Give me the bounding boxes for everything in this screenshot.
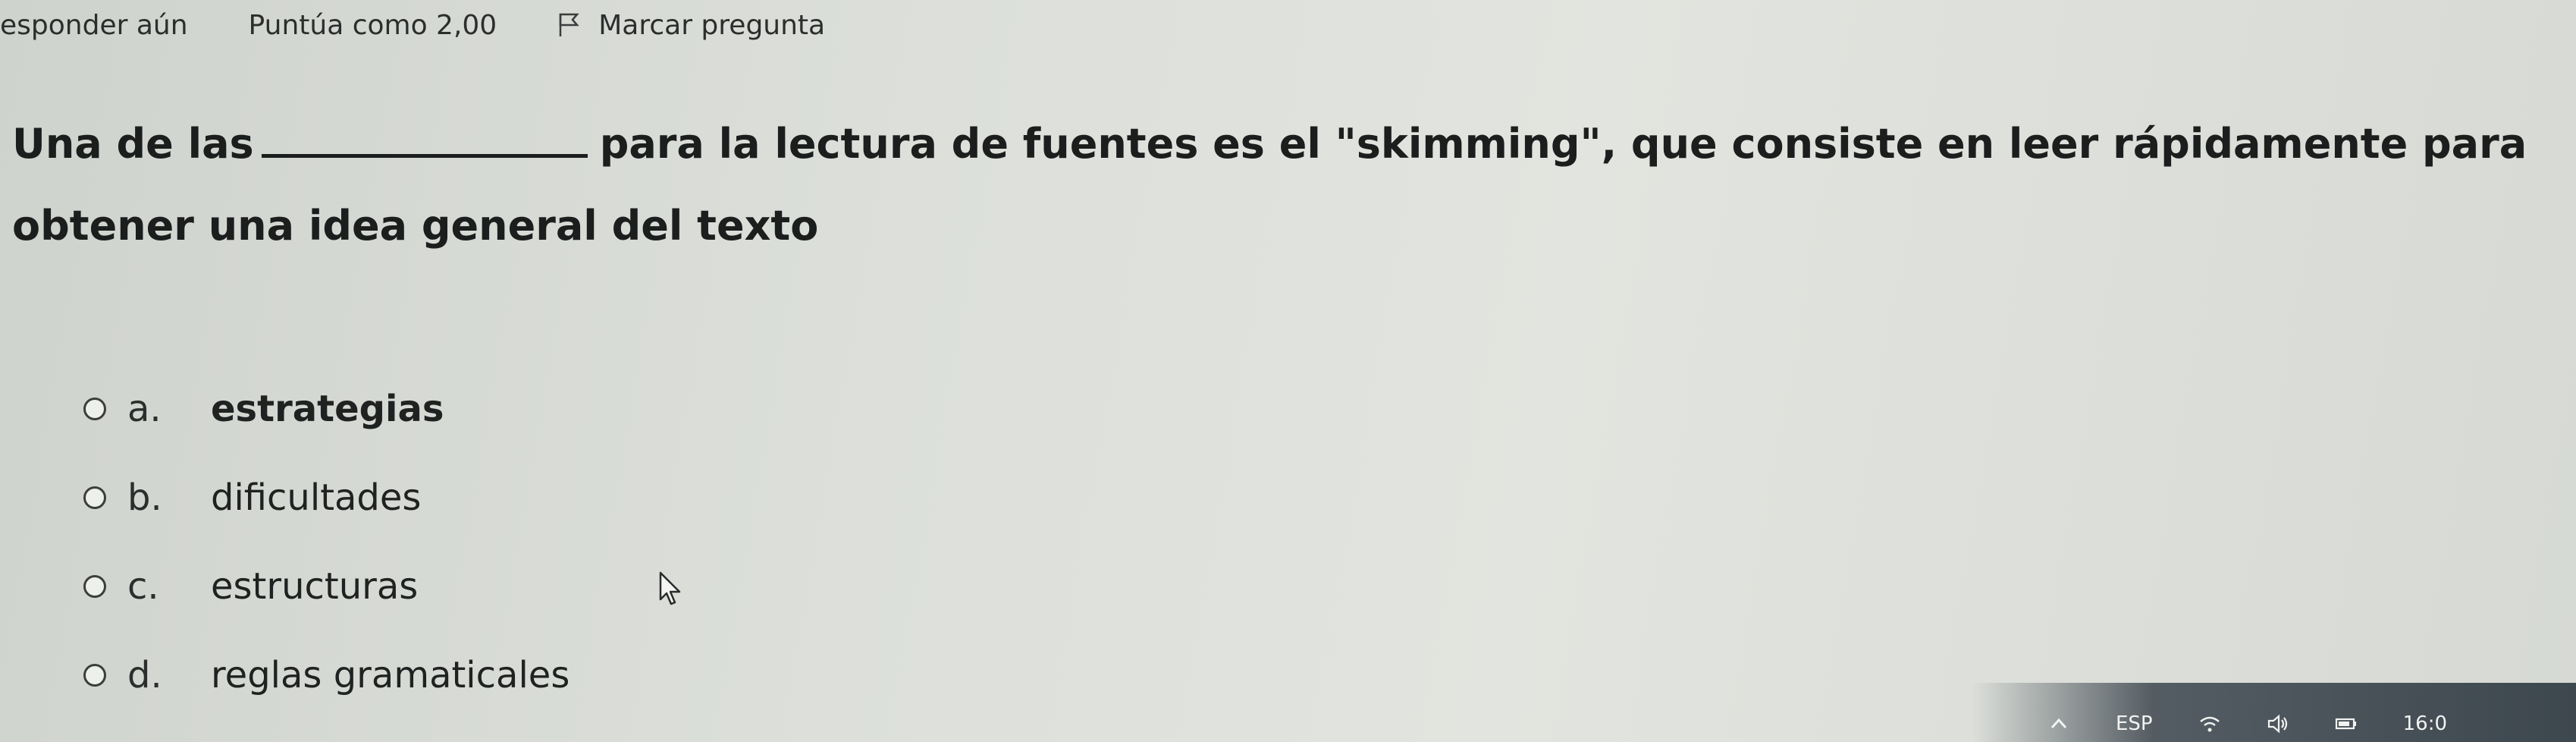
language-indicator[interactable]: ESP (2116, 712, 2153, 735)
chevron-up-icon[interactable] (2047, 714, 2070, 734)
battery-icon[interactable] (2335, 714, 2358, 734)
option-text: dificultades (211, 476, 422, 519)
question-info-bar: esponder aún Puntúa como 2,00 Marcar pre… (0, 0, 872, 50)
flag-question-link[interactable]: Marcar pregunta (557, 10, 825, 41)
answer-options: a. estrategias b. dificultades c. estruc… (83, 364, 569, 719)
option-text: reglas gramaticales (211, 653, 570, 696)
radio-button[interactable] (83, 397, 106, 420)
option-letter: b. (127, 476, 162, 519)
radio-button[interactable] (83, 486, 106, 509)
option-d[interactable]: d. reglas gramaticales (83, 630, 569, 719)
system-tray: ESP 16:0 (2047, 706, 2576, 742)
radio-button[interactable] (83, 574, 106, 598)
answer-blank (261, 124, 588, 158)
clock-time[interactable]: 16:0 (2403, 712, 2447, 735)
question-text: Una de las para la lectura de fuentes es … (12, 121, 2568, 249)
option-letter: d. (127, 653, 162, 696)
flag-question-label: Marcar pregunta (598, 9, 826, 41)
option-a[interactable]: a. estrategias (83, 364, 569, 453)
question-part-2: para la lectura de fuentes es el "skimmi… (599, 120, 2527, 168)
question-part-1: Una de las (12, 120, 254, 168)
option-text: estructuras (211, 564, 419, 608)
mouse-cursor-icon (659, 571, 681, 605)
option-b[interactable]: b. dificultades (83, 453, 569, 542)
flag-icon (559, 13, 579, 36)
option-text: estrategias (211, 387, 444, 430)
wifi-icon[interactable] (2198, 714, 2221, 734)
option-letter: a. (127, 387, 162, 430)
quiz-page: esponder aún Puntúa como 2,00 Marcar pre… (0, 0, 2576, 742)
radio-button[interactable] (83, 663, 106, 687)
question-line-1: Una de las para la lectura de fuentes es … (12, 121, 2568, 167)
question-part-3: obtener una idea general del texto (12, 202, 819, 250)
speaker-icon[interactable] (2267, 714, 2289, 734)
answer-status: esponder aún (0, 9, 188, 41)
option-letter: c. (127, 564, 159, 608)
question-score: Puntúa como 2,00 (248, 9, 497, 41)
option-c[interactable]: c. estructuras (83, 542, 569, 630)
question-line-2: obtener una idea general del texto (12, 203, 2568, 249)
